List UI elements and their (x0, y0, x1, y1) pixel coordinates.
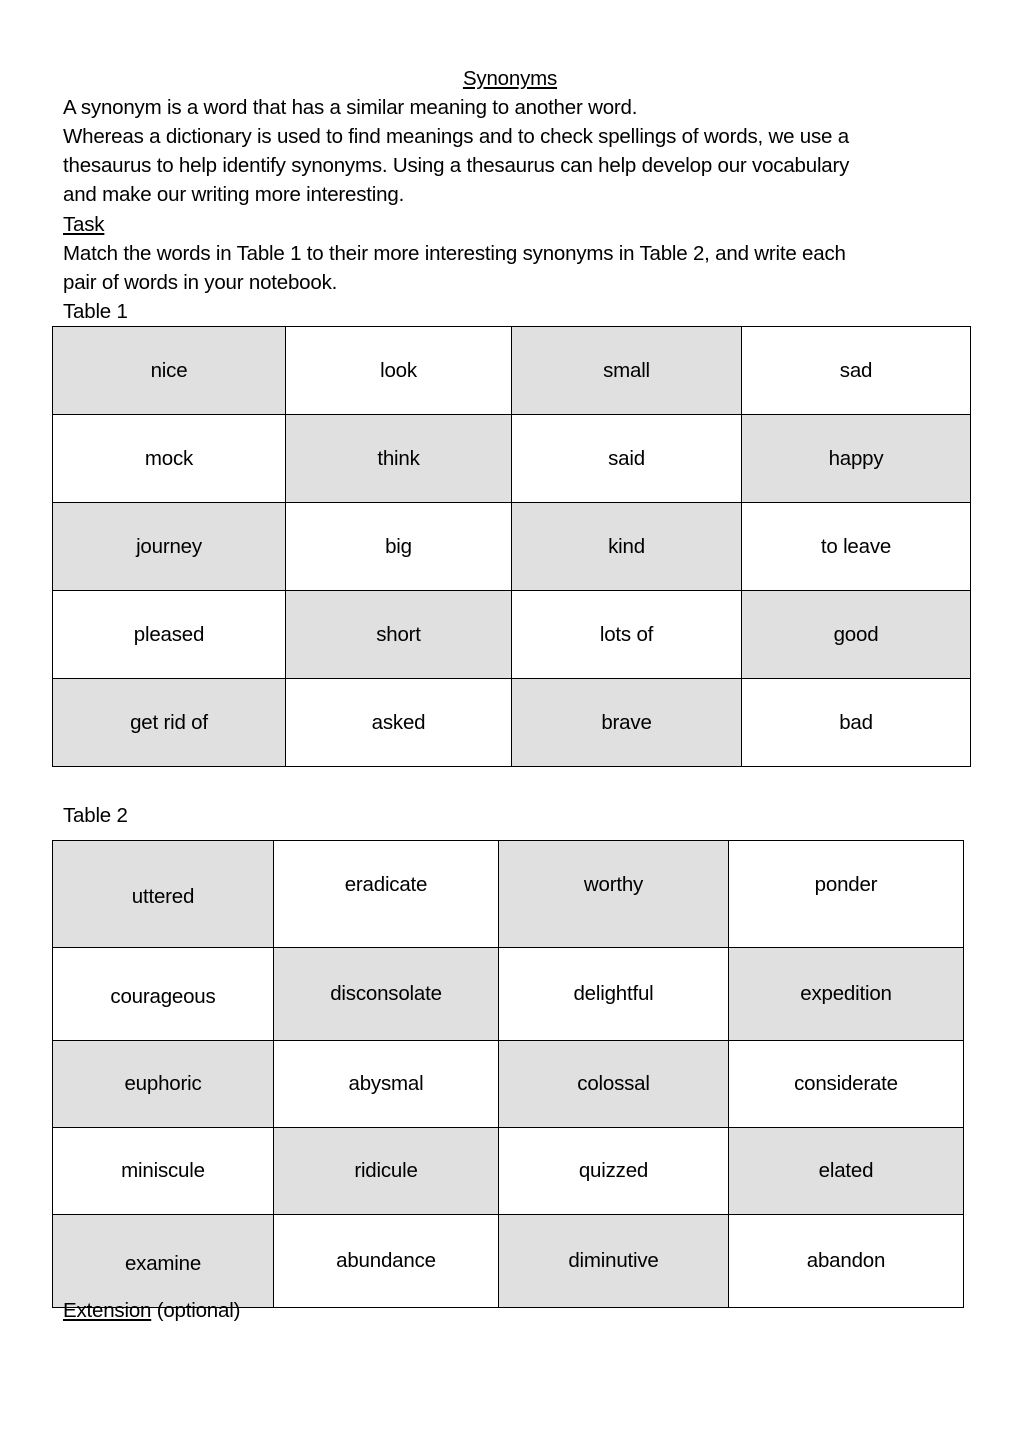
word-cell: asked (285, 678, 512, 767)
word-cell: short (285, 590, 512, 679)
word-cell: sad (741, 326, 971, 415)
word-cell: pleased (52, 590, 286, 679)
synonym-cell: abandon (728, 1214, 964, 1308)
word-cell: to leave (741, 502, 971, 591)
page-title: Synonyms (462, 67, 558, 90)
table-row: uttered eradicate worthy ponder (52, 840, 964, 948)
word-cell: kind (511, 502, 742, 591)
synonym-cell: eradicate (273, 840, 499, 948)
word-cell: happy (741, 414, 971, 503)
table-row: euphoric abysmal colossal considerate (52, 1040, 964, 1128)
word-cell: said (511, 414, 742, 503)
paragraph-line: and make our writing more interesting. (63, 183, 405, 206)
word-cell: look (285, 326, 512, 415)
synonym-cell: ponder (728, 840, 964, 948)
word-cell: mock (52, 414, 286, 503)
word-cell: small (511, 326, 742, 415)
paragraph-line: thesaurus to help identify synonyms. Usi… (63, 154, 850, 177)
extension-heading: Extension (63, 1299, 152, 1322)
word-cell: think (285, 414, 512, 503)
synonym-cell: abundance (273, 1214, 499, 1308)
synonym-cell: euphoric (52, 1040, 274, 1128)
word-cell: big (285, 502, 512, 591)
synonym-cell: abysmal (273, 1040, 499, 1128)
synonym-cell: courageous (52, 947, 274, 1041)
table-row: examine abundance diminutive abandon (52, 1214, 964, 1308)
word-cell: bad (741, 678, 971, 767)
synonym-cell: miniscule (52, 1127, 274, 1215)
task-line: Match the words in Table 1 to their more… (63, 242, 846, 265)
task-line: pair of words in your notebook. (63, 271, 338, 294)
table-2: uttered eradicate worthy ponder courageo… (52, 840, 964, 1308)
word-cell: get rid of (52, 678, 286, 767)
extension-line: Extension (optional) (63, 1296, 240, 1325)
table-row: journey big kind to leave (52, 502, 971, 591)
word-cell: lots of (511, 590, 742, 679)
extension-note: (optional) (151, 1299, 241, 1322)
word-cell: brave (511, 678, 742, 767)
synonym-cell: considerate (728, 1040, 964, 1128)
intro-line: A synonym is a word that has a similar m… (63, 96, 638, 119)
table1-label: Table 1 (63, 300, 128, 323)
synonym-cell: worthy (498, 840, 729, 948)
synonym-cell: expedition (728, 947, 964, 1041)
synonym-cell: quizzed (498, 1127, 729, 1215)
synonym-cell: disconsolate (273, 947, 499, 1041)
synonym-cell: examine (52, 1214, 274, 1308)
table-row: courageous disconsolate delightful exped… (52, 947, 964, 1041)
synonym-cell: uttered (52, 840, 274, 948)
synonym-cell: elated (728, 1127, 964, 1215)
table-row: nice look small sad (52, 326, 971, 415)
word-cell: nice (52, 326, 286, 415)
table2-label: Table 2 (63, 804, 128, 827)
synonym-cell: delightful (498, 947, 729, 1041)
table-row: mock think said happy (52, 414, 971, 503)
synonym-cell: diminutive (498, 1214, 729, 1308)
table-row: get rid of asked brave bad (52, 678, 971, 767)
task-heading: Task (63, 213, 105, 236)
table-1: nice look small sad mock think said happ… (52, 326, 971, 767)
word-cell: good (741, 590, 971, 679)
table-row: miniscule ridicule quizzed elated (52, 1127, 964, 1215)
synonym-cell: colossal (498, 1040, 729, 1128)
paragraph-line: Whereas a dictionary is used to find mea… (63, 125, 849, 148)
synonym-cell: ridicule (273, 1127, 499, 1215)
table-row: pleased short lots of good (52, 590, 971, 679)
word-cell: journey (52, 502, 286, 591)
